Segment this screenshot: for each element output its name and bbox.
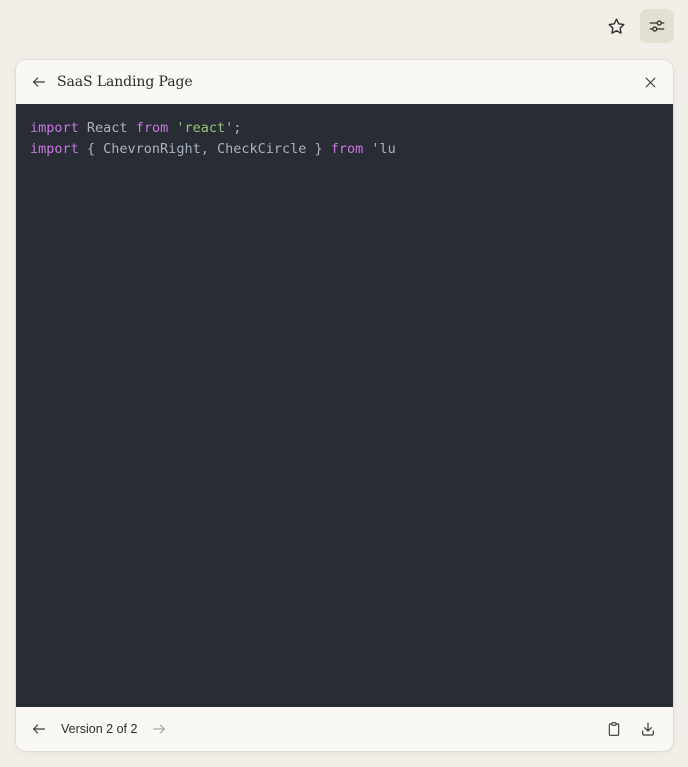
- artifact-footer: Version 2 of 2: [16, 707, 673, 751]
- arrow-right-icon: [153, 724, 166, 734]
- footer-actions: [599, 714, 663, 744]
- close-icon: [645, 77, 655, 87]
- artifact-header: SaaS Landing Page: [16, 60, 673, 104]
- code-token: import: [30, 141, 79, 157]
- code-token: 'lu: [363, 141, 396, 157]
- back-button[interactable]: [26, 69, 52, 95]
- star-icon: [608, 18, 624, 34]
- code-token: ;: [233, 120, 242, 136]
- sliders-icon: [649, 20, 665, 32]
- previous-version-button[interactable]: [26, 716, 52, 742]
- top-actions: [599, 9, 674, 43]
- close-button[interactable]: [637, 69, 663, 95]
- arrow-left-icon: [33, 77, 45, 87]
- code-line: import { ChevronRight, CheckCircle } fro…: [30, 139, 659, 160]
- code-token: 'react': [176, 120, 234, 136]
- favorite-button[interactable]: [599, 9, 633, 43]
- artifact-title: SaaS Landing Page: [57, 74, 193, 90]
- code-token: { ChevronRight, CheckCircle }: [78, 141, 331, 157]
- download-icon: [642, 722, 654, 736]
- code-viewer[interactable]: import React from 'react'; import { Chevr…: [16, 104, 673, 707]
- version-label: Version 2 of 2: [61, 722, 138, 736]
- code-token: from: [330, 141, 364, 157]
- next-version-button[interactable]: [146, 716, 172, 742]
- arrow-left-icon: [33, 724, 45, 734]
- code-line: import React from 'react';: [30, 118, 659, 139]
- code-token: import: [30, 120, 79, 136]
- code-token: from: [135, 120, 169, 136]
- settings-button[interactable]: [640, 9, 674, 43]
- clipboard-icon: [608, 722, 620, 736]
- code-token: React: [78, 120, 136, 136]
- download-button[interactable]: [633, 714, 663, 744]
- copy-button[interactable]: [599, 714, 629, 744]
- artifact-panel: SaaS Landing Page import React from 'rea…: [16, 60, 673, 751]
